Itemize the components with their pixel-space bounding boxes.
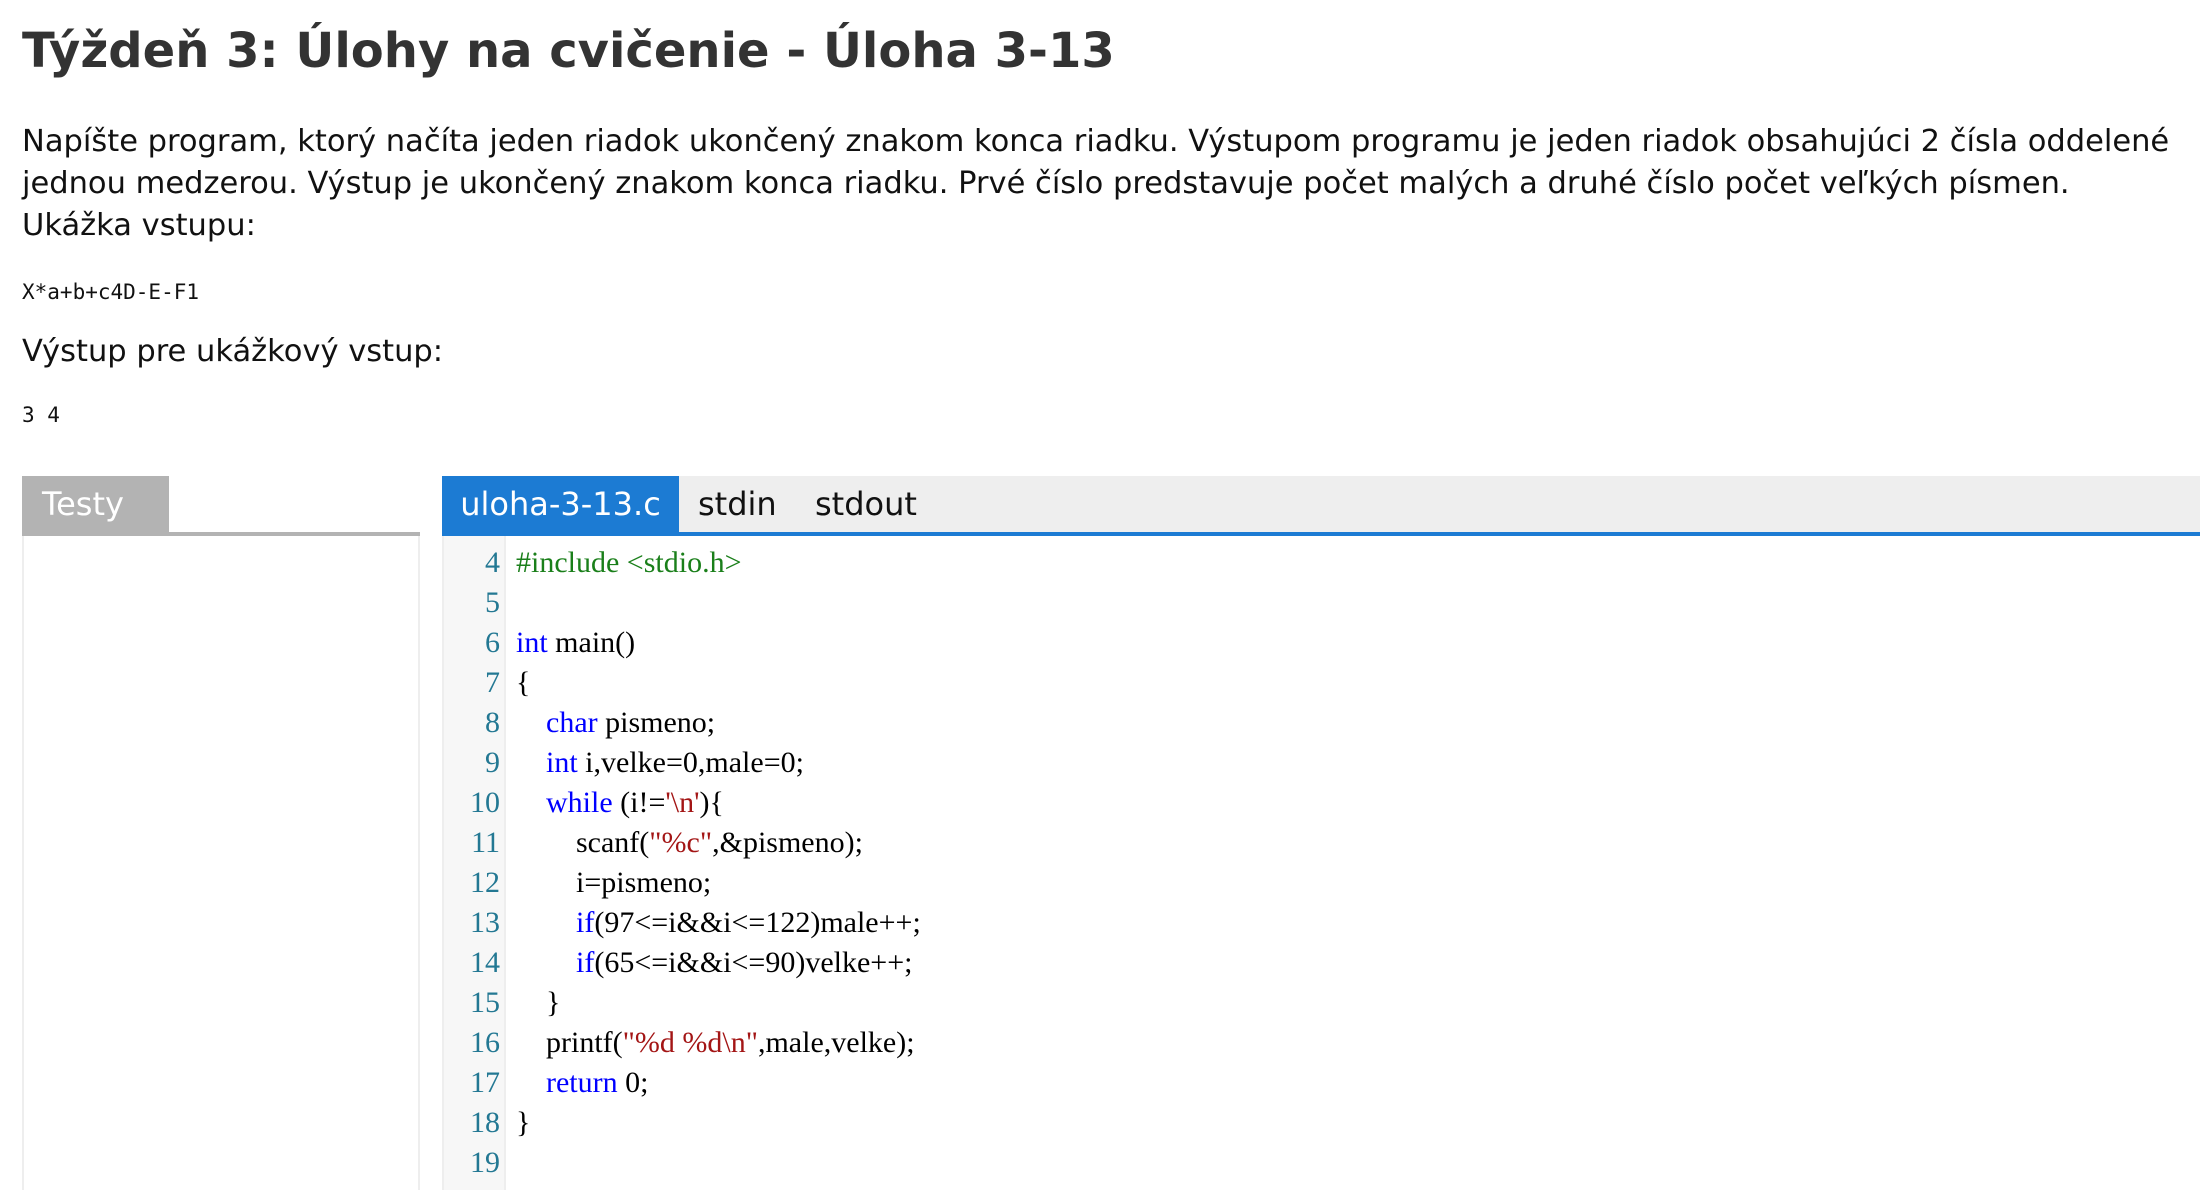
code-token-keyword: char (546, 706, 598, 739)
code-token-plain: } (516, 1106, 531, 1139)
code-token-plain: ,male,velke); (757, 1026, 915, 1059)
code-token-keyword: return (546, 1066, 618, 1099)
code-token-plain: (65<=i&&i<=90)velke++; (594, 946, 913, 979)
code-token-plain: (97<=i&&i<=122)male++; (594, 906, 921, 939)
line-number: 7 (485, 666, 500, 699)
code-token-keyword: int (516, 626, 548, 659)
code-line[interactable]: 15 } (442, 983, 2200, 1023)
code-token-plain: pismeno; (597, 706, 716, 739)
line-number: 12 (470, 866, 500, 899)
sample-output: 3 4 (22, 403, 60, 427)
code-token-plain: 0; (617, 1066, 649, 1099)
code-text: int main() (516, 623, 635, 663)
tab-source-file[interactable]: uloha-3-13.c (442, 476, 679, 532)
code-text: int i,velke=0,male=0; (516, 743, 804, 783)
code-token-string: "%d %d\n" (622, 1026, 758, 1059)
page-title: Týždeň 3: Úlohy na cvičenie - Úloha 3-13 (22, 23, 1115, 79)
code-text: return 0; (516, 1063, 648, 1103)
sample-input: X*a+b+c4D-E-F1 (22, 280, 200, 304)
task-description-line-1: Napíšte program, ktorý načíta jeden riad… (22, 124, 2170, 159)
code-text: scanf("%c",&pismeno); (516, 823, 863, 863)
task-description-line-2: jednou medzerou. Výstup je ukončený znak… (22, 166, 2070, 201)
code-token-keyword: int (546, 746, 578, 779)
code-line[interactable]: 7{ (442, 663, 2200, 703)
code-token-plain: scanf( (516, 826, 650, 859)
code-token-string: "%c" (649, 826, 713, 859)
code-text: #include <stdio.h> (516, 543, 741, 583)
code-text: if(65<=i&&i<=90)velke++; (516, 943, 912, 983)
line-number: 8 (485, 706, 500, 739)
task-description: Napíšte program, ktorý načíta jeden riad… (22, 121, 2192, 247)
line-number: 13 (470, 906, 500, 939)
code-line[interactable]: 5 (442, 583, 2200, 623)
line-number: 10 (470, 786, 500, 819)
code-token-plain: ){ (699, 786, 724, 819)
code-token-plain: } (516, 986, 561, 1019)
code-token-plain: main() (547, 626, 636, 659)
code-line[interactable]: 14 if(65<=i&&i<=90)velke++; (442, 943, 2200, 983)
code-line[interactable]: 6 int main() (442, 623, 2200, 663)
code-token-plain: printf( (516, 1026, 623, 1059)
code-token-plain: i,velke=0,male=0; (577, 746, 804, 779)
code-lines: 4 #include <stdio.h> 5 6 int main() 7{8 char … (442, 543, 2200, 1183)
code-token-keyword: while (546, 786, 613, 819)
code-text: char pismeno; (516, 703, 715, 743)
code-line[interactable]: 8 char pismeno; (442, 703, 2200, 743)
tab-stdout[interactable]: stdout (815, 476, 917, 532)
code-text: i=pismeno; (516, 863, 711, 903)
code-line[interactable]: 11 scanf("%c",&pismeno); (442, 823, 2200, 863)
tab-stdin[interactable]: stdin (698, 476, 777, 532)
code-text: if(97<=i&&i<=122)male++; (516, 903, 921, 943)
tab-tests[interactable]: Testy (22, 476, 169, 532)
line-number: 16 (470, 1026, 500, 1059)
line-number: 19 (470, 1146, 500, 1179)
sample-input-label: Ukážka vstupu: (22, 208, 256, 243)
sample-output-label: Výstup pre ukážkový vstup: (22, 334, 444, 369)
code-text: printf("%d %d\n",male,velke); (516, 1023, 915, 1063)
editor-panel: uloha-3-13.c stdin stdout 4 #include <std… (442, 476, 2200, 1190)
line-number: 18 (470, 1106, 500, 1139)
line-number: 15 (470, 986, 500, 1019)
code-token-plain: i=pismeno; (516, 866, 712, 899)
code-line[interactable]: 12 i=pismeno; (442, 863, 2200, 903)
line-number: 9 (485, 746, 500, 779)
code-token-keyword: if (576, 946, 595, 979)
code-line[interactable]: 16 printf("%d %d\n",male,velke); (442, 1023, 2200, 1063)
code-text: while (i!='\n'){ (516, 783, 724, 823)
code-token-directive: #include <stdio.h> (516, 546, 742, 579)
editor-tabbar: uloha-3-13.c stdin stdout (442, 476, 2200, 532)
code-line[interactable]: 4 #include <stdio.h> (442, 543, 2200, 583)
code-line[interactable]: 13 if(97<=i&&i<=122)male++; (442, 903, 2200, 943)
code-line[interactable]: 17 return 0; (442, 1063, 2200, 1103)
code-text: } (516, 1103, 530, 1143)
code-token-string: '\n' (665, 786, 700, 819)
line-number: 17 (470, 1066, 500, 1099)
code-line[interactable]: 9 int i,velke=0,male=0; (442, 743, 2200, 783)
code-text: { (516, 663, 530, 703)
code-token-keyword: if (576, 906, 595, 939)
code-token-plain: (i!= (612, 786, 666, 819)
code-editor[interactable]: 4 #include <stdio.h> 5 6 int main() 7{8 char … (442, 536, 2200, 1190)
code-line[interactable]: 18} (442, 1103, 2200, 1143)
code-line[interactable]: 19 (442, 1143, 2200, 1183)
line-number: 11 (471, 826, 500, 859)
tests-panel: Testy (22, 476, 420, 1190)
code-token-plain: { (516, 666, 531, 699)
line-number: 14 (470, 946, 500, 979)
line-number: 6 (485, 626, 500, 659)
line-number: 4 (485, 546, 500, 579)
tests-list (22, 536, 420, 1190)
code-line[interactable]: 10 while (i!='\n'){ (442, 783, 2200, 823)
code-text: } (516, 983, 560, 1023)
line-number: 5 (485, 586, 500, 619)
code-token-plain: ,&pismeno); (712, 826, 863, 859)
